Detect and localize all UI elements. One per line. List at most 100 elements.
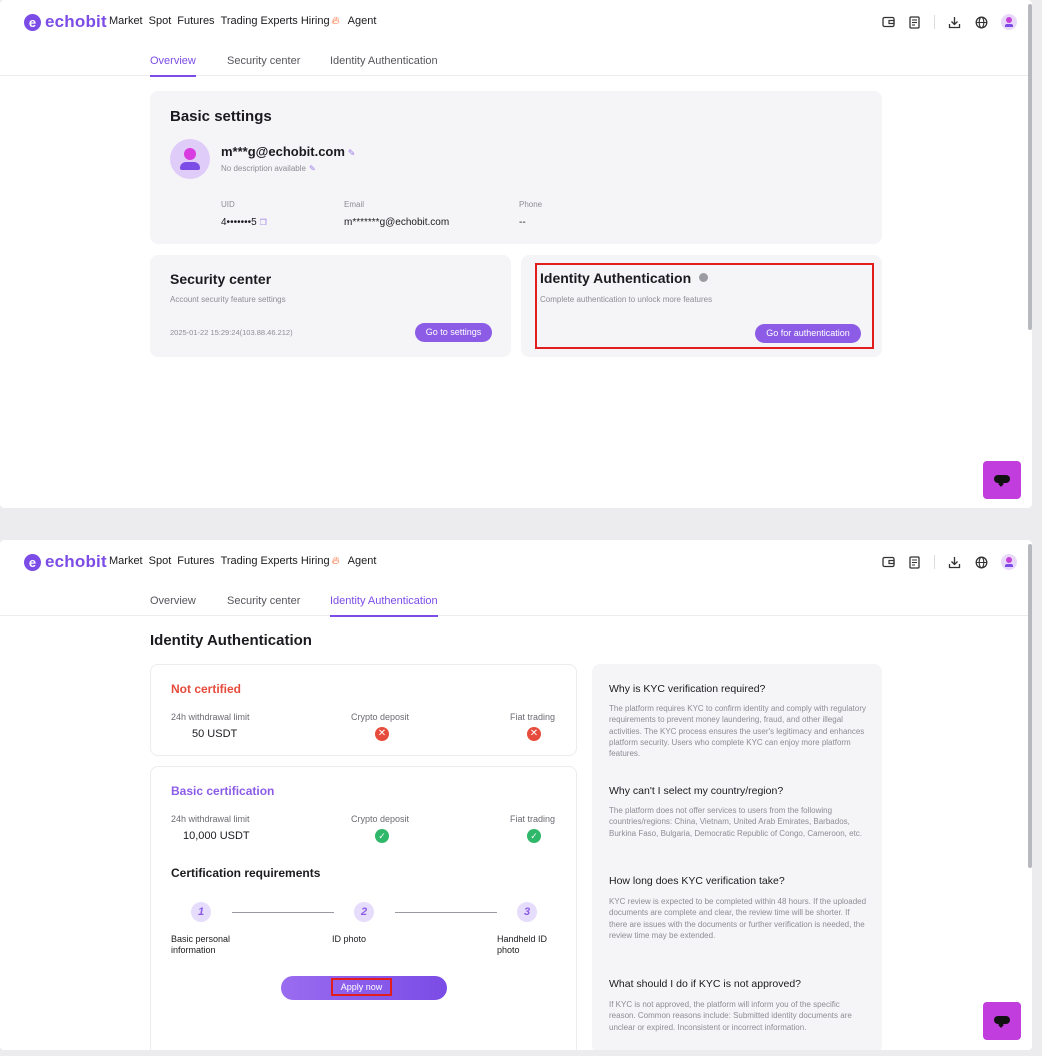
- main-nav: Market Spot Futures Trading Experts Hiri…: [109, 15, 382, 28]
- not-certified-title: Not certified: [171, 682, 242, 696]
- brand-logo[interactable]: e echobit: [24, 12, 107, 32]
- orders-icon[interactable]: [907, 554, 923, 570]
- check-icon: ✓: [375, 829, 389, 843]
- username: m***g@echobit.com: [221, 144, 345, 159]
- crypto-deposit-label: Crypto deposit: [351, 712, 410, 722]
- chat-support-button[interactable]: [983, 1002, 1021, 1040]
- page-title: Identity Authentication: [150, 632, 312, 649]
- email-value: m*******g@echobit.com: [344, 217, 450, 228]
- tab-security-center[interactable]: Security center: [227, 55, 300, 67]
- fiat-trading-label: Fiat trading: [510, 814, 556, 824]
- username-row: m***g@echobit.com ✎: [221, 144, 355, 159]
- withdrawal-limit-value: 50 USDT: [192, 728, 238, 740]
- uid-row: 4•••••••5 ❐: [221, 217, 267, 228]
- tab-security-center[interactable]: Security center: [227, 595, 300, 607]
- description-row: No description available ✎: [221, 164, 316, 173]
- orders-icon[interactable]: [907, 14, 923, 30]
- logo-text: echobit: [45, 12, 107, 31]
- security-center-card: Security center Account security feature…: [150, 255, 511, 357]
- step-3-label: Handheld ID photo: [497, 934, 548, 955]
- tab-bar: Overview Security center Identity Authen…: [0, 586, 1032, 617]
- tab-bar: Overview Security center Identity Authen…: [0, 46, 1032, 77]
- step-3-badge: 3: [517, 902, 537, 922]
- faq-answer: KYC review is expected to be completed w…: [609, 897, 867, 940]
- uid-value: 4•••••••5: [221, 217, 257, 228]
- email-label: Email: [344, 200, 365, 209]
- nav-futures[interactable]: Futures: [177, 15, 214, 28]
- globe-icon[interactable]: [973, 554, 989, 570]
- fire-icon: 🔥︎: [331, 555, 340, 567]
- basic-settings-card: Basic settings m***g@echobit.com ✎ No des…: [150, 91, 882, 244]
- not-certified-card: Not certified 24h withdrawal limit 50 US…: [150, 664, 577, 756]
- check-icon: ✓: [527, 829, 541, 843]
- wallet-icon[interactable]: [880, 554, 896, 570]
- faq-answer: If KYC is not approved, the platform wil…: [609, 1000, 852, 1032]
- kyc-faq-panel: Why is KYC verification required? The pl…: [592, 664, 882, 1050]
- faq-question: What should I do if KYC is not approved?: [609, 978, 802, 990]
- last-login-info: 2025-01-22 15:29:24(103.88.46.212): [170, 328, 293, 337]
- scrollbar[interactable]: [1028, 544, 1032, 868]
- nav-spot[interactable]: Spot: [149, 555, 172, 568]
- top-icon-group: [880, 14, 1017, 30]
- faq-question: Why can't I select my country/region?: [609, 785, 784, 797]
- top-icon-group: [880, 554, 1017, 570]
- nav-agent[interactable]: Agent: [348, 555, 377, 568]
- crypto-deposit-label: Crypto deposit: [351, 814, 410, 824]
- unavailable-icon: ✕: [527, 727, 541, 741]
- chat-support-button[interactable]: [983, 461, 1021, 499]
- withdrawal-limit-value: 10,000 USDT: [183, 830, 250, 842]
- edit-description-icon[interactable]: ✎: [309, 164, 316, 173]
- logo-text: echobit: [45, 552, 107, 571]
- phone-value: --: [519, 217, 526, 228]
- tab-identity-authentication[interactable]: Identity Authentication: [330, 595, 438, 617]
- profile-avatar[interactable]: [170, 139, 210, 179]
- step-1-badge: 1: [191, 902, 211, 922]
- security-center-title: Security center: [170, 271, 272, 287]
- nav-market[interactable]: Market: [109, 555, 143, 568]
- wallet-icon[interactable]: [880, 14, 896, 30]
- basic-settings-title: Basic settings: [170, 108, 272, 125]
- step-2-label: ID photo: [332, 934, 367, 944]
- brand-logo[interactable]: e echobit: [24, 552, 107, 572]
- globe-icon[interactable]: [973, 14, 989, 30]
- faq-question: Why is KYC verification required?: [609, 683, 766, 695]
- basic-certification-title: Basic certification: [171, 784, 275, 798]
- nav-agent[interactable]: Agent: [348, 15, 377, 28]
- apply-now-button[interactable]: Apply now: [281, 976, 447, 1000]
- unavailable-icon: ✕: [375, 727, 389, 741]
- security-center-subtitle: Account security feature settings: [170, 295, 286, 304]
- go-to-settings-button[interactable]: Go to settings: [415, 323, 492, 342]
- step-connector: [232, 912, 334, 913]
- faq-answer: The platform does not offer services to …: [609, 806, 863, 838]
- tab-overview[interactable]: Overview: [150, 55, 196, 77]
- identity-authentication-screen: e echobit Market Spot Futures Trading Ex…: [0, 540, 1032, 1050]
- download-icon[interactable]: [946, 554, 962, 570]
- fiat-trading-label: Fiat trading: [510, 712, 556, 722]
- top-navbar: e echobit Market Spot Futures Trading Ex…: [0, 0, 1032, 44]
- download-icon[interactable]: [946, 14, 962, 30]
- basic-certification-card: Basic certification 24h withdrawal limit…: [150, 766, 577, 1050]
- certification-requirements-title: Certification requirements: [171, 866, 321, 880]
- phone-label: Phone: [519, 200, 543, 209]
- apply-now-label: Apply now: [331, 978, 392, 996]
- nav-trading-experts-hiring[interactable]: Trading Experts Hiring: [221, 15, 330, 28]
- faq-question: How long does KYC verification take?: [609, 875, 785, 887]
- edit-username-icon[interactable]: ✎: [348, 148, 356, 159]
- tab-overview[interactable]: Overview: [150, 595, 196, 607]
- nav-spot[interactable]: Spot: [149, 15, 172, 28]
- uid-label: UID: [221, 200, 235, 209]
- nav-futures[interactable]: Futures: [177, 555, 214, 568]
- step-2-badge: 2: [354, 902, 374, 922]
- user-avatar-icon[interactable]: [1001, 14, 1017, 30]
- nav-market[interactable]: Market: [109, 15, 143, 28]
- highlight-box: [535, 263, 874, 349]
- faq-answer: The platform requires KYC to confirm ide…: [609, 704, 866, 759]
- nav-trading-experts-hiring[interactable]: Trading Experts Hiring: [221, 555, 330, 568]
- copy-icon[interactable]: ❐: [260, 218, 267, 227]
- divider: [934, 15, 935, 29]
- tab-identity-authentication[interactable]: Identity Authentication: [330, 55, 438, 67]
- profile-description: No description available: [221, 164, 306, 173]
- user-avatar-icon[interactable]: [1001, 554, 1017, 570]
- step-1-label: Basic personal information: [171, 934, 231, 955]
- scrollbar[interactable]: [1028, 4, 1032, 330]
